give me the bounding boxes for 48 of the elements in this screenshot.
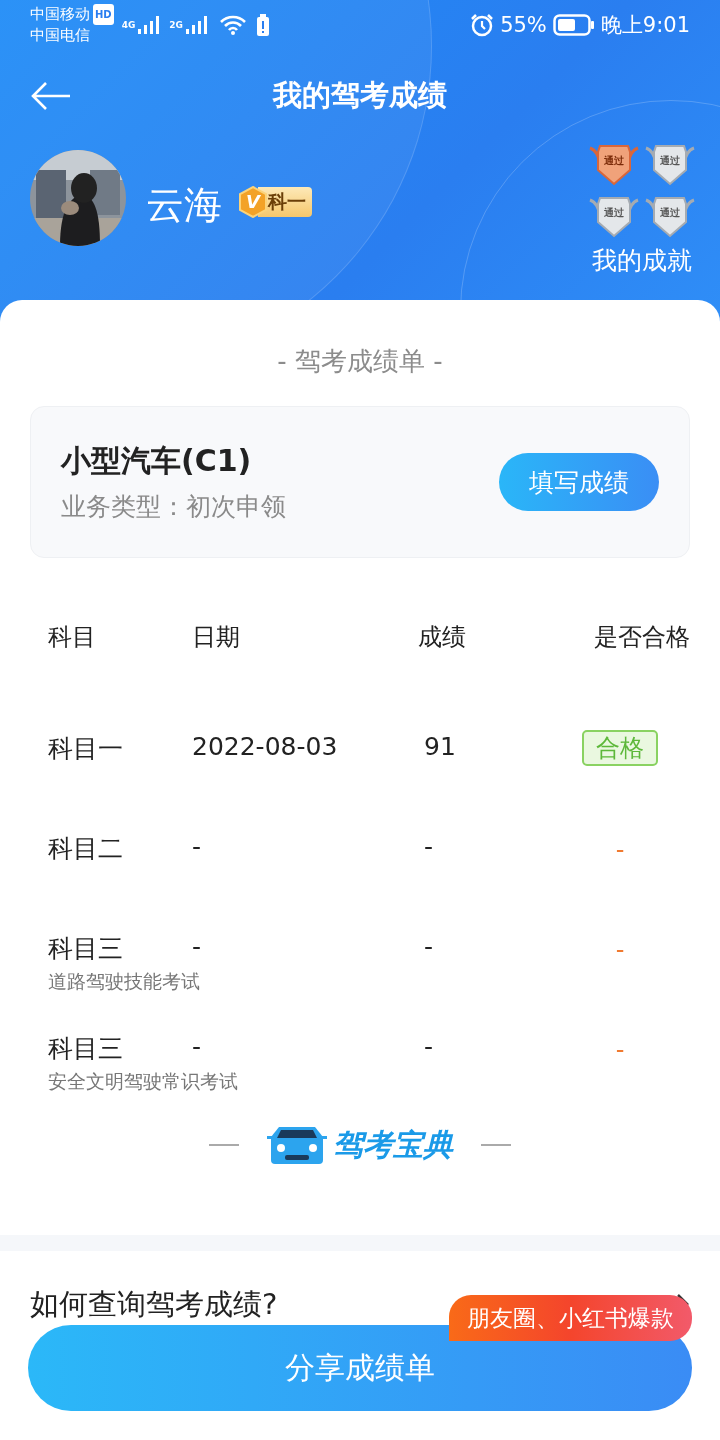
exam-date: -	[192, 832, 203, 861]
wifi-icon	[219, 14, 247, 36]
exam-date: -	[192, 932, 203, 961]
signal-icon	[185, 15, 209, 35]
result-text: -	[615, 936, 625, 964]
network-type: 4G	[121, 20, 136, 30]
level-letter: V	[246, 193, 260, 211]
subject-name: 科目三	[48, 933, 124, 965]
license-type: 小型汽车(C1)	[61, 442, 253, 480]
exam-score: -	[424, 832, 435, 861]
achievements-label[interactable]: 我的成就	[592, 244, 692, 277]
app-logo-text: 驾考宝典	[333, 1125, 453, 1164]
car-icon	[267, 1124, 327, 1166]
business-type: 业务类型：初次申领	[61, 491, 286, 523]
column-header: 日期	[192, 622, 240, 653]
battery-alert-icon	[257, 14, 269, 36]
sheet-heading: - 驾考成绩单 -	[277, 346, 443, 376]
user-name: 云海	[146, 182, 222, 229]
network-type: 2G	[169, 20, 183, 30]
column-header: 成绩	[418, 622, 466, 653]
clock-time: 晚上9:01	[600, 12, 690, 39]
exam-date: 2022-08-03	[192, 732, 339, 761]
subject-description: 道路驾驶技能考试	[48, 969, 200, 994]
pass-tag: 合格	[582, 730, 658, 766]
faq-link[interactable]: 如何查询驾考成绩?	[30, 1285, 278, 1325]
exam-date: -	[192, 1032, 203, 1061]
carrier-name: 中国电信	[30, 25, 91, 46]
subject-name: 科目二	[48, 833, 124, 865]
exam-score: -	[424, 1032, 435, 1061]
column-header: 是否合格	[594, 622, 690, 653]
back-arrow-icon[interactable]	[30, 81, 72, 111]
result-text: -	[615, 1036, 625, 1064]
battery-percentage: 55%	[500, 13, 547, 37]
column-header: 科目	[48, 622, 96, 653]
alarm-icon	[470, 13, 495, 37]
exam-score: 91	[424, 732, 457, 761]
promo-tag: 朋友圈、小红书爆款	[449, 1295, 692, 1341]
result-text: -	[615, 836, 625, 864]
signal-icon	[137, 15, 162, 35]
battery-icon	[552, 14, 595, 36]
subject-name: 科目一	[48, 733, 124, 765]
subject-name: 科目三	[48, 1033, 124, 1065]
page-title: 我的驾考成绩	[273, 78, 447, 112]
subject-description: 安全文明驾驶常识考试	[48, 1069, 238, 1094]
fill-score-button[interactable]: 填写成绩	[499, 453, 659, 511]
hd-badge: HD	[93, 4, 114, 25]
carrier-name: 中国移动	[30, 4, 90, 25]
exam-score: -	[424, 932, 435, 961]
